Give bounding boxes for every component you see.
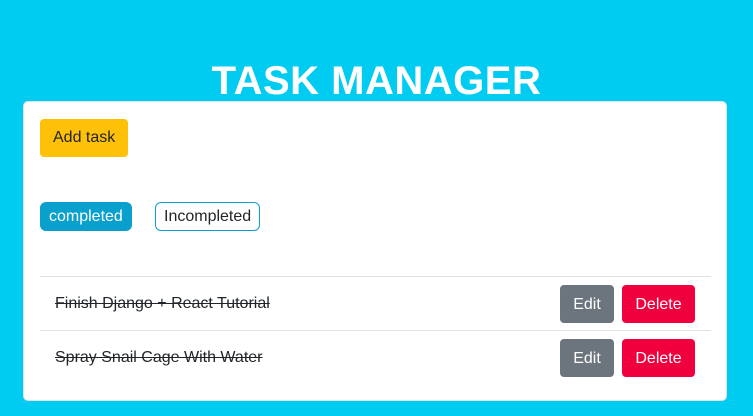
task-title[interactable]: Finish Django + React Tutorial [55,294,270,314]
task-title[interactable]: Spray Snail Cage With Water [55,348,262,368]
tab-incompleted[interactable]: Incompleted [155,202,261,231]
add-task-button[interactable]: Add task [40,119,129,157]
delete-button[interactable]: Delete [622,285,695,323]
task-card: Add task completed Incompleted Finish Dj… [23,101,727,401]
edit-button[interactable]: Edit [560,285,614,323]
task-row: Finish Django + React Tutorial Edit Dele… [40,277,711,331]
task-list: Finish Django + React Tutorial Edit Dele… [40,276,711,385]
delete-button[interactable]: Delete [622,339,695,377]
page-title: TASK MANAGER [211,58,542,103]
edit-button[interactable]: Edit [560,339,614,377]
tab-completed[interactable]: completed [40,202,132,231]
task-row: Spray Snail Cage With Water Edit Delete [40,331,711,385]
